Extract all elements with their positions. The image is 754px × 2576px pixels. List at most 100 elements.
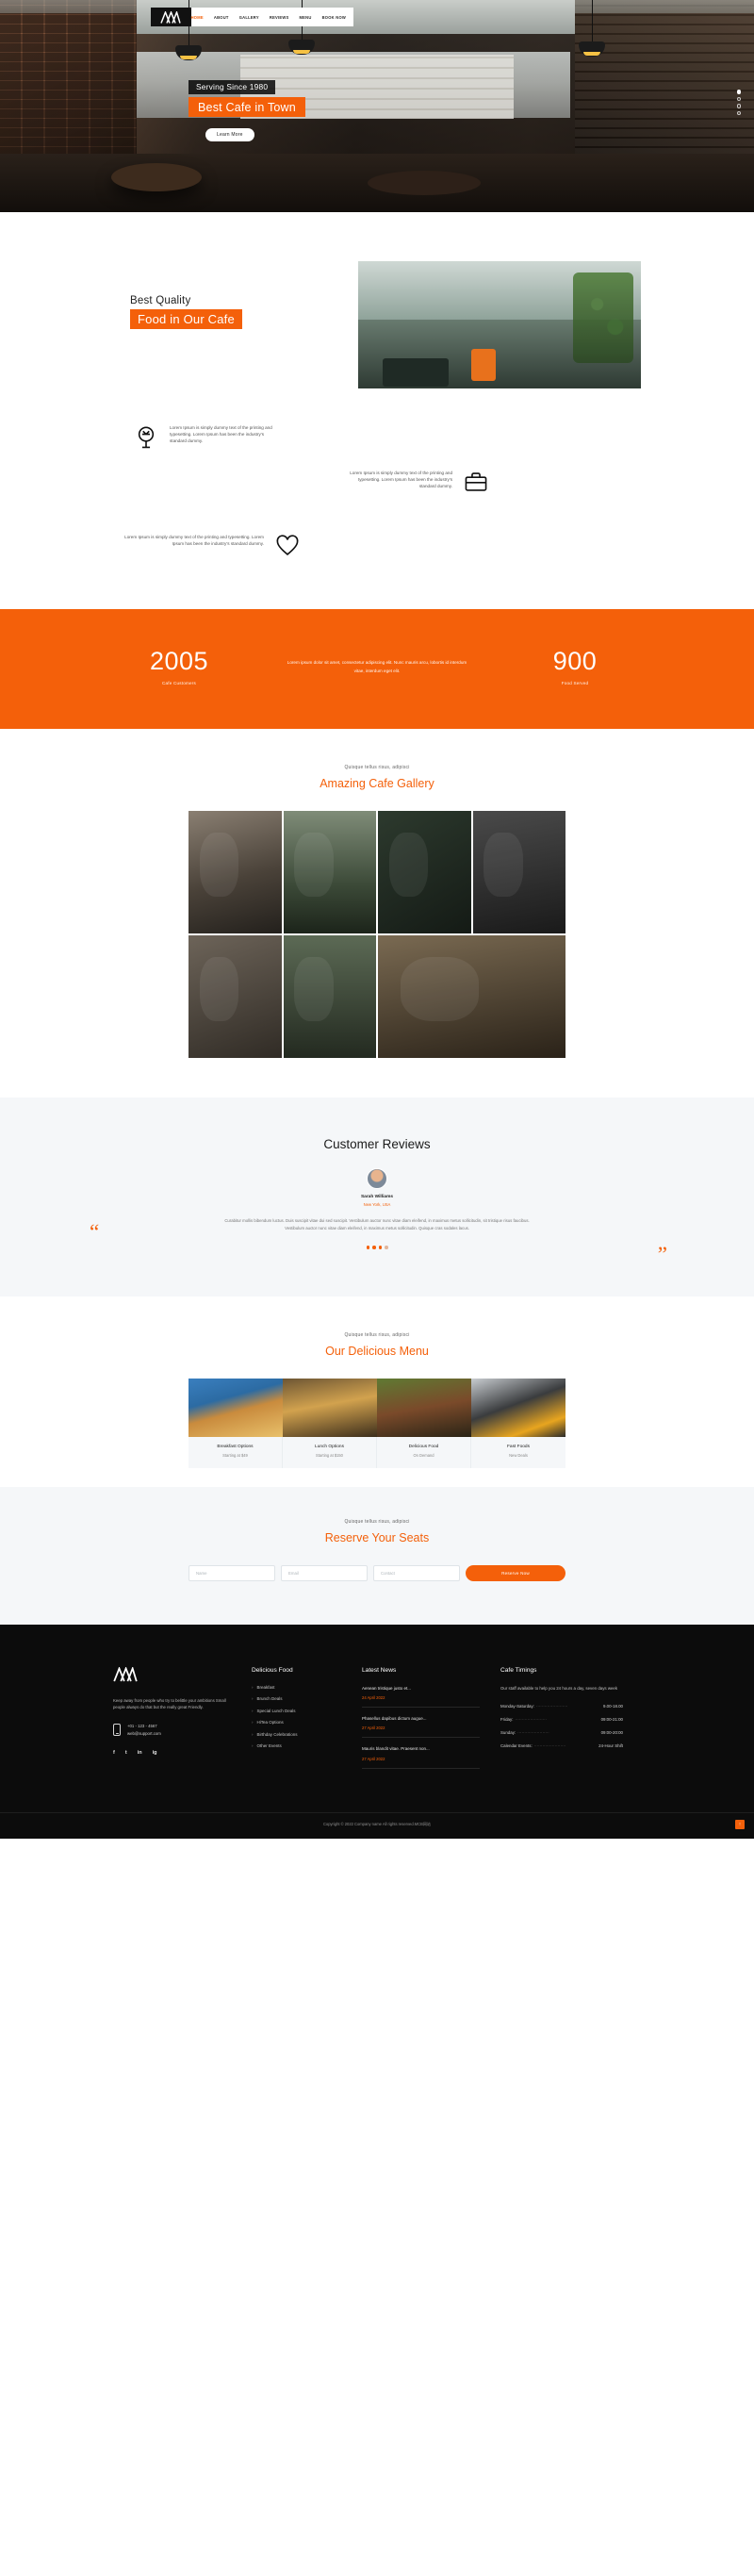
gallery-kicker: Quisque tellus risus, adipisci: [344, 765, 410, 770]
name-input[interactable]: [188, 1564, 275, 1581]
review-slider-dots: [0, 1246, 754, 1249]
footer-news-column: Latest News Aenean tristique justo et...…: [362, 1667, 480, 1776]
email-input[interactable]: [281, 1564, 368, 1581]
gallery-image[interactable]: [283, 811, 376, 933]
timing-row: Calendar Events: ·······················…: [500, 1743, 623, 1748]
footer-email[interactable]: web@support.com: [127, 1730, 161, 1738]
menu-image-lunch[interactable]: [283, 1378, 377, 1437]
timing-hours: 24-Hour Shift: [598, 1742, 623, 1748]
reservation-form: Reserve Now: [188, 1564, 566, 1581]
main-navigation: HOME ABOUT GALLERY REVIEWS MENU BOOK NOW: [151, 8, 353, 26]
review-dot-2[interactable]: [372, 1246, 376, 1249]
menu-item-price: Starting at $150: [316, 1452, 343, 1458]
nav-item-gallery[interactable]: GALLERY: [239, 15, 259, 20]
stat-label: Food Served: [561, 681, 589, 685]
instagram-icon[interactable]: ig: [153, 1750, 157, 1756]
quote-close-icon: ”: [657, 1243, 667, 1266]
gallery-image[interactable]: [188, 935, 282, 1058]
footer-link[interactable]: Breakfast: [252, 1685, 341, 1690]
gallery-image[interactable]: [472, 811, 566, 933]
gallery-image[interactable]: [283, 935, 376, 1058]
nav-item-home[interactable]: HOME: [191, 15, 204, 20]
menu-item[interactable]: Breakfast Options Starting at $49: [188, 1436, 283, 1468]
timing-day: Sunday:: [500, 1729, 516, 1735]
hero-kicker: Serving Since 1980: [188, 79, 276, 94]
footer-timings-column: Cafe Timings Our staff available to help…: [500, 1667, 623, 1776]
stats-section: 2005 Cafe Customers Lorem ipsum dolor si…: [0, 609, 754, 729]
stat-number: 900: [552, 647, 598, 675]
slider-dot-3[interactable]: [736, 104, 741, 108]
heart-icon: [276, 535, 299, 555]
twitter-icon[interactable]: t: [125, 1750, 127, 1756]
site-logo[interactable]: [151, 8, 191, 26]
menu-image-breakfast[interactable]: [188, 1378, 283, 1437]
contact-input[interactable]: [373, 1564, 460, 1581]
review-dot-3[interactable]: [378, 1246, 382, 1249]
timing-day: Friday:: [500, 1716, 514, 1722]
gallery-image[interactable]: [378, 935, 566, 1058]
menu-item-price: Starting at $49: [222, 1452, 248, 1458]
nav-item-book-now[interactable]: BOOK NOW: [322, 15, 346, 20]
review-dot-4[interactable]: [385, 1246, 388, 1249]
menu-item-name: Fast Foods: [507, 1444, 530, 1449]
news-item[interactable]: Mauris blandit vitae. Praesent non... 27…: [362, 1745, 480, 1769]
timing-dotted-leader: ·······················: [517, 1729, 549, 1735]
hero-cta-wrap: Learn More: [188, 124, 305, 141]
review-dot-1[interactable]: [366, 1246, 369, 1249]
about-section: Best Quality Food in Our Cafe Lorem Ipsu…: [0, 212, 754, 609]
about-text-block: Best Quality Food in Our Cafe: [113, 261, 358, 329]
nav-item-reviews[interactable]: REVIEWS: [270, 15, 289, 20]
reserve-title: Reserve Your Seats: [324, 1530, 430, 1544]
facebook-icon[interactable]: f: [113, 1750, 115, 1756]
footer-link[interactable]: Birthday Celebrations: [252, 1732, 341, 1737]
footer-food-heading: Delicious Food: [252, 1666, 293, 1674]
footer-link[interactable]: Brunch Deals: [252, 1696, 341, 1701]
timing-day: Monday-Saturday:: [500, 1703, 534, 1709]
back-to-top-button[interactable]: ↑: [735, 1820, 745, 1830]
reserve-now-button[interactable]: Reserve Now: [466, 1564, 566, 1581]
menu-item[interactable]: Lunch Options Starting at $150: [283, 1436, 377, 1468]
gallery-image[interactable]: [188, 811, 282, 933]
hero-table: [368, 171, 481, 195]
menu-section: Quisque tellus risus, adipisci Our Delic…: [0, 1296, 754, 1487]
menu-item[interactable]: Fast Foods New Deals: [471, 1436, 566, 1468]
reserve-kicker: Quisque tellus risus, adipisci: [344, 1518, 410, 1525]
footer-phone[interactable]: +01 - 123 - 4567: [127, 1723, 161, 1730]
news-item[interactable]: Aenean tristique justo et... 24 April 20…: [362, 1685, 480, 1709]
footer-link[interactable]: Other Events: [252, 1743, 341, 1748]
footer-link[interactable]: Special Lunch Deals: [252, 1709, 341, 1713]
feature-item: Lorem Ipsum is simply dummy text of the …: [134, 424, 278, 449]
nav-links: HOME ABOUT GALLERY REVIEWS MENU BOOK NOW: [190, 8, 353, 26]
gallery-grid: [188, 811, 566, 1058]
menu-image-fastfood[interactable]: [471, 1378, 566, 1437]
footer-food-column: Delicious Food Breakfast Brunch Deals Sp…: [252, 1667, 341, 1776]
slider-dot-2[interactable]: [736, 96, 741, 101]
menu-item-name: Delicious Food: [408, 1444, 439, 1449]
news-item[interactable]: Phasellus dapibus dictum augue... 27 Apr…: [362, 1715, 480, 1739]
menu-item-price: New Deals: [509, 1452, 528, 1458]
timing-dotted-leader: ·······················: [515, 1716, 548, 1722]
timing-dotted-leader: ·······················: [535, 1703, 568, 1709]
menu-item-name: Breakfast Options: [217, 1444, 254, 1449]
about-heading: Food in Our Cafe: [130, 309, 242, 329]
footer-timings-heading: Cafe Timings: [500, 1666, 537, 1674]
news-date: 27 April 2022: [362, 1756, 385, 1761]
nav-item-about[interactable]: ABOUT: [214, 15, 229, 20]
menu-item-price: On Demand: [413, 1452, 434, 1458]
slider-dot-4[interactable]: [736, 110, 741, 115]
nav-item-menu[interactable]: MENU: [300, 15, 312, 20]
hero-copy: Serving Since 1980 Best Cafe in Town Lea…: [188, 77, 305, 141]
timing-hours: 9.00-18.00: [603, 1703, 623, 1709]
about-subtitle: Best Quality: [130, 295, 191, 306]
slider-dot-1[interactable]: [736, 90, 741, 94]
linkedin-icon[interactable]: in: [138, 1750, 142, 1756]
footer-logo-icon[interactable]: [113, 1665, 138, 1682]
footer-link[interactable]: HiTea Options: [252, 1720, 341, 1725]
timing-hours: 09:00-21:00: [600, 1716, 623, 1722]
menu-image-delicious[interactable]: [377, 1378, 471, 1437]
learn-more-button[interactable]: Learn More: [205, 128, 254, 141]
timing-row: Friday: ······················· 09:00-21…: [500, 1717, 623, 1722]
menu-item[interactable]: Delicious Food On Demand: [377, 1436, 471, 1468]
gallery-image[interactable]: [378, 811, 471, 933]
stats-description: Lorem ipsum dolor sit amet, consectetur …: [287, 660, 467, 673]
